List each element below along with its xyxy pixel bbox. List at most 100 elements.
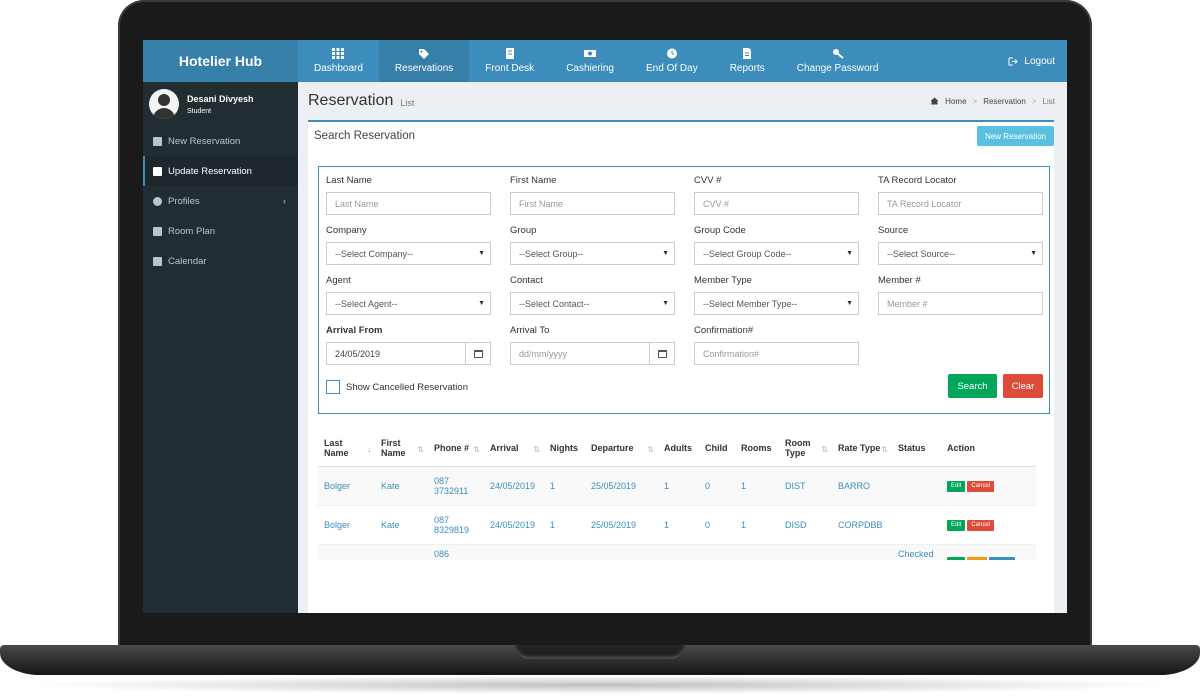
cell-first-name: Kate xyxy=(375,504,428,544)
cell-child: 0 xyxy=(699,465,735,505)
last-name-input[interactable]: Last Name xyxy=(326,192,491,215)
cell-nights: 1 xyxy=(544,504,585,544)
search-button[interactable]: Search xyxy=(948,374,997,398)
user-name: Desani Divyesh xyxy=(187,93,254,104)
arrival-to-input[interactable]: dd/mm/yyyy xyxy=(510,342,650,365)
cell-action xyxy=(941,543,1036,560)
cell-first-name xyxy=(375,543,428,560)
nav-front-desk[interactable]: Front Desk xyxy=(469,40,550,82)
source-label: Source xyxy=(878,225,909,236)
header-label: Room Type xyxy=(785,437,811,458)
table-row[interactable]: Bolger Kate 087 8329819 24/05/2019 1 25/… xyxy=(318,504,1036,544)
main-content: Reservation List Home > Reservation > Li… xyxy=(298,82,1067,613)
file-icon xyxy=(743,48,752,59)
sidebar-item-update-reservation[interactable]: Update Reservation xyxy=(143,156,298,186)
key-icon xyxy=(832,49,844,59)
edit-button[interactable] xyxy=(947,556,965,560)
show-cancelled-checkbox[interactable] xyxy=(326,380,340,394)
cell-child xyxy=(699,543,735,560)
nav-end-of-day[interactable]: End Of Day xyxy=(630,40,714,82)
new-reservation-button[interactable]: New Reservation xyxy=(977,126,1054,146)
sidebar-item-label: Room Plan xyxy=(168,225,215,237)
nav-dashboard[interactable]: Dashboard xyxy=(298,40,379,82)
ta-record-input[interactable]: TA Record Locator xyxy=(878,192,1043,215)
contact-select[interactable]: --Select Contact-- ▼ xyxy=(510,292,675,315)
nav-reports[interactable]: Reports xyxy=(714,40,781,82)
sort-icon: ⇅ xyxy=(647,445,654,454)
nav-label: Reservations xyxy=(394,63,454,74)
field-ta-record: TA Record Locator TA Record Locator xyxy=(878,175,1043,215)
col-rooms[interactable]: Rooms xyxy=(735,430,779,467)
sidebar-item-label: Calendar xyxy=(168,255,207,267)
top-navbar: Hotelier Hub Dashboard Reservations Fron… xyxy=(143,40,1067,82)
member-type-select[interactable]: --Select Member Type-- ▼ xyxy=(694,292,859,315)
confirmation-input[interactable]: Confirmation# xyxy=(694,342,859,365)
arrival-from-input[interactable]: 24/05/2019 xyxy=(326,342,466,365)
col-rate-type[interactable]: Rate Type ⇅ xyxy=(832,430,892,467)
action-button[interactable] xyxy=(967,556,987,560)
dropdown-arrow-icon: ▼ xyxy=(662,250,669,257)
user-panel: Desani Divyesh Student xyxy=(143,82,298,126)
cancel-button[interactable]: Cancel xyxy=(967,520,995,531)
edit-button[interactable]: Edit xyxy=(947,481,966,492)
clear-button[interactable]: Clear xyxy=(1003,374,1043,398)
table-row[interactable]: Bolger Kate 087 3732911 24/05/2019 1 25/… xyxy=(318,465,1036,505)
group-code-value: --Select Group Code-- xyxy=(703,248,792,259)
nav-cashiering[interactable]: Cashiering xyxy=(550,40,630,82)
logout-button[interactable]: Logout xyxy=(1008,40,1067,82)
sidebar-item-room-plan[interactable]: Room Plan xyxy=(143,216,298,246)
col-nights[interactable]: Nights xyxy=(544,430,585,467)
col-child[interactable]: Child xyxy=(699,430,735,467)
col-status[interactable]: Status xyxy=(892,430,941,467)
sidebar-item-label: Update Reservation xyxy=(168,165,252,177)
col-last-name[interactable]: Last Name ↓ xyxy=(318,430,375,467)
sort-icon: ⇅ xyxy=(881,445,888,454)
box-header: Search Reservation New Reservation xyxy=(308,122,1054,150)
agent-label: Agent xyxy=(326,275,351,286)
col-arrival[interactable]: Arrival ⇅ xyxy=(484,430,544,467)
nav-change-password[interactable]: Change Password xyxy=(781,40,895,82)
sort-icon: ⇅ xyxy=(821,445,828,454)
edit-button[interactable]: Edit xyxy=(947,520,966,531)
agent-select[interactable]: --Select Agent-- ▼ xyxy=(326,292,491,315)
breadcrumb-separator: > xyxy=(972,96,978,106)
calendar-icon xyxy=(473,349,483,358)
breadcrumb-reservation[interactable]: Reservation xyxy=(983,97,1026,106)
breadcrumb-home[interactable]: Home xyxy=(945,97,966,106)
company-select[interactable]: --Select Company-- ▼ xyxy=(326,242,491,265)
arrival-from-label: Arrival From xyxy=(326,325,383,336)
cell-action: Edit Cancel xyxy=(941,504,1036,544)
group-value: --Select Group-- xyxy=(519,248,584,259)
col-phone[interactable]: Phone # ⇅ xyxy=(428,430,484,467)
calendar-button[interactable] xyxy=(466,342,491,365)
cell-nights xyxy=(544,543,585,560)
sidebar-item-new-reservation[interactable]: New Reservation xyxy=(143,126,298,156)
arrival-to-datepicker: dd/mm/yyyy xyxy=(510,342,675,365)
col-action: Action xyxy=(941,430,1036,467)
cell-departure: 25/05/2019 xyxy=(585,504,658,544)
col-first-name[interactable]: First Name ⇅ xyxy=(375,430,428,467)
brand-logo[interactable]: Hotelier Hub xyxy=(143,40,298,82)
action-button[interactable] xyxy=(989,556,1015,560)
source-select[interactable]: --Select Source-- ▼ xyxy=(878,242,1043,265)
cell-rooms: 1 xyxy=(735,504,779,544)
table-row[interactable]: 086 Checked xyxy=(318,543,1036,560)
first-name-input[interactable]: First Name xyxy=(510,192,675,215)
nav-reservations[interactable]: Reservations xyxy=(378,40,470,82)
cell-arrival: 24/05/2019 xyxy=(484,465,544,505)
calendar-button[interactable] xyxy=(650,342,675,365)
field-first-name: First Name First Name xyxy=(510,175,675,215)
chevron-left-icon: ‹ xyxy=(283,196,286,206)
col-room-type[interactable]: Room Type ⇅ xyxy=(779,430,832,467)
first-name-label: First Name xyxy=(510,175,557,186)
col-departure[interactable]: Departure ⇅ xyxy=(585,430,658,467)
group-select[interactable]: --Select Group-- ▼ xyxy=(510,242,675,265)
sidebar-item-profiles[interactable]: Profiles ‹ xyxy=(143,186,298,216)
avatar xyxy=(149,89,179,119)
col-adults[interactable]: Adults xyxy=(658,430,699,467)
group-code-select[interactable]: --Select Group Code-- ▼ xyxy=(694,242,859,265)
sidebar-item-calendar[interactable]: Calendar xyxy=(143,246,298,276)
cvv-input[interactable]: CVV # xyxy=(694,192,859,215)
member-no-input[interactable]: Member # xyxy=(878,292,1043,315)
cancel-button[interactable]: Cancel xyxy=(967,481,995,492)
